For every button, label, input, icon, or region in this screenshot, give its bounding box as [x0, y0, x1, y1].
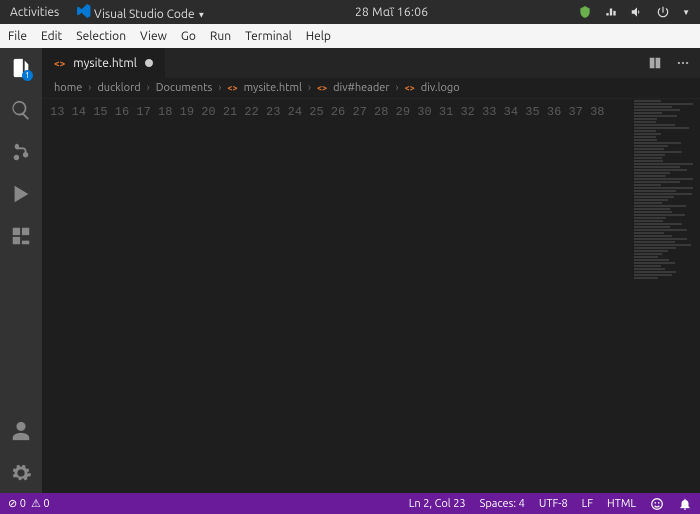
breadcrumb-item[interactable]: ducklord [97, 82, 140, 94]
menu-go[interactable]: Go [181, 30, 196, 43]
minimap[interactable] [630, 99, 700, 493]
cursor-position[interactable]: Ln 2, Col 23 [409, 498, 466, 510]
breadcrumb-item[interactable]: div#header [333, 82, 389, 94]
activities-button[interactable]: Activities [10, 6, 59, 19]
bell-icon[interactable] [678, 497, 692, 511]
breadcrumb-item[interactable]: div.logo [421, 82, 460, 94]
split-editor-icon[interactable] [648, 56, 662, 70]
app-title: Visual Studio Code [94, 8, 195, 21]
breadcrumbs[interactable]: home› ducklord› Documents› <> mysite.htm… [42, 78, 700, 99]
breadcrumb-item[interactable]: home [54, 82, 82, 94]
breadcrumb-item[interactable]: mysite.html [244, 82, 302, 94]
language-mode[interactable]: HTML [607, 498, 636, 510]
encoding[interactable]: UTF-8 [539, 498, 568, 510]
run-debug-icon[interactable] [9, 182, 33, 206]
menu-bar: File Edit Selection View Go Run Terminal… [0, 24, 700, 48]
chevron-down-icon: ▼ [197, 10, 205, 19]
code-area[interactable]: <img src="" alt=""> <p>Post Excerpt</p> … [619, 99, 631, 493]
problems-button[interactable]: ⊘ 0 ⚠ 0 [8, 497, 50, 510]
network-icon[interactable] [604, 5, 618, 19]
power-icon[interactable] [656, 5, 670, 19]
menu-run[interactable]: Run [210, 30, 231, 43]
line-gutter: 13 14 15 16 17 18 19 20 21 22 23 24 25 2… [42, 99, 619, 493]
menu-help[interactable]: Help [306, 30, 331, 43]
vscode-icon [77, 4, 91, 18]
dirty-indicator-icon [145, 59, 153, 67]
eol[interactable]: LF [582, 498, 593, 510]
tab-bar: <> mysite.html [42, 48, 700, 78]
menu-edit[interactable]: Edit [41, 30, 62, 43]
error-icon: ⊘ [8, 498, 17, 510]
menu-file[interactable]: File [8, 30, 27, 43]
settings-gear-icon[interactable] [9, 461, 33, 485]
html-file-icon: <> [54, 58, 65, 69]
warning-icon: ⚠ [31, 498, 41, 510]
extensions-icon[interactable] [9, 224, 33, 248]
clock[interactable]: 28 Μαΐ 16:06 [223, 6, 560, 19]
more-icon[interactable] [676, 56, 690, 70]
indentation[interactable]: Spaces: 4 [480, 498, 525, 510]
chevron-down-icon[interactable]: ▼ [682, 8, 690, 17]
menu-selection[interactable]: Selection [76, 30, 126, 43]
badge: 1 [22, 70, 33, 81]
element-icon: <> [317, 83, 327, 93]
menu-view[interactable]: View [140, 30, 167, 43]
source-control-icon[interactable] [9, 140, 33, 164]
volume-icon[interactable] [630, 5, 644, 19]
activity-bar: 1 [0, 48, 42, 493]
breadcrumb-item[interactable]: Documents [156, 82, 213, 94]
menu-terminal[interactable]: Terminal [245, 30, 292, 43]
feedback-icon[interactable] [650, 497, 664, 511]
editor[interactable]: 13 14 15 16 17 18 19 20 21 22 23 24 25 2… [42, 99, 700, 493]
search-icon[interactable] [9, 98, 33, 122]
tab-label: mysite.html [73, 57, 137, 70]
desktop-topbar: Activities Visual Studio Code ▼ 28 Μαΐ 1… [0, 0, 700, 24]
status-bar: ⊘ 0 ⚠ 0 Ln 2, Col 23 Spaces: 4 UTF-8 LF … [0, 493, 700, 514]
shield-icon[interactable] [578, 5, 592, 19]
accounts-icon[interactable] [9, 419, 33, 443]
html-file-icon: <> [227, 83, 237, 93]
tab-mysite[interactable]: <> mysite.html [42, 48, 166, 78]
element-icon: <> [405, 83, 415, 93]
app-menu-button[interactable]: Visual Studio Code ▼ [77, 4, 205, 21]
